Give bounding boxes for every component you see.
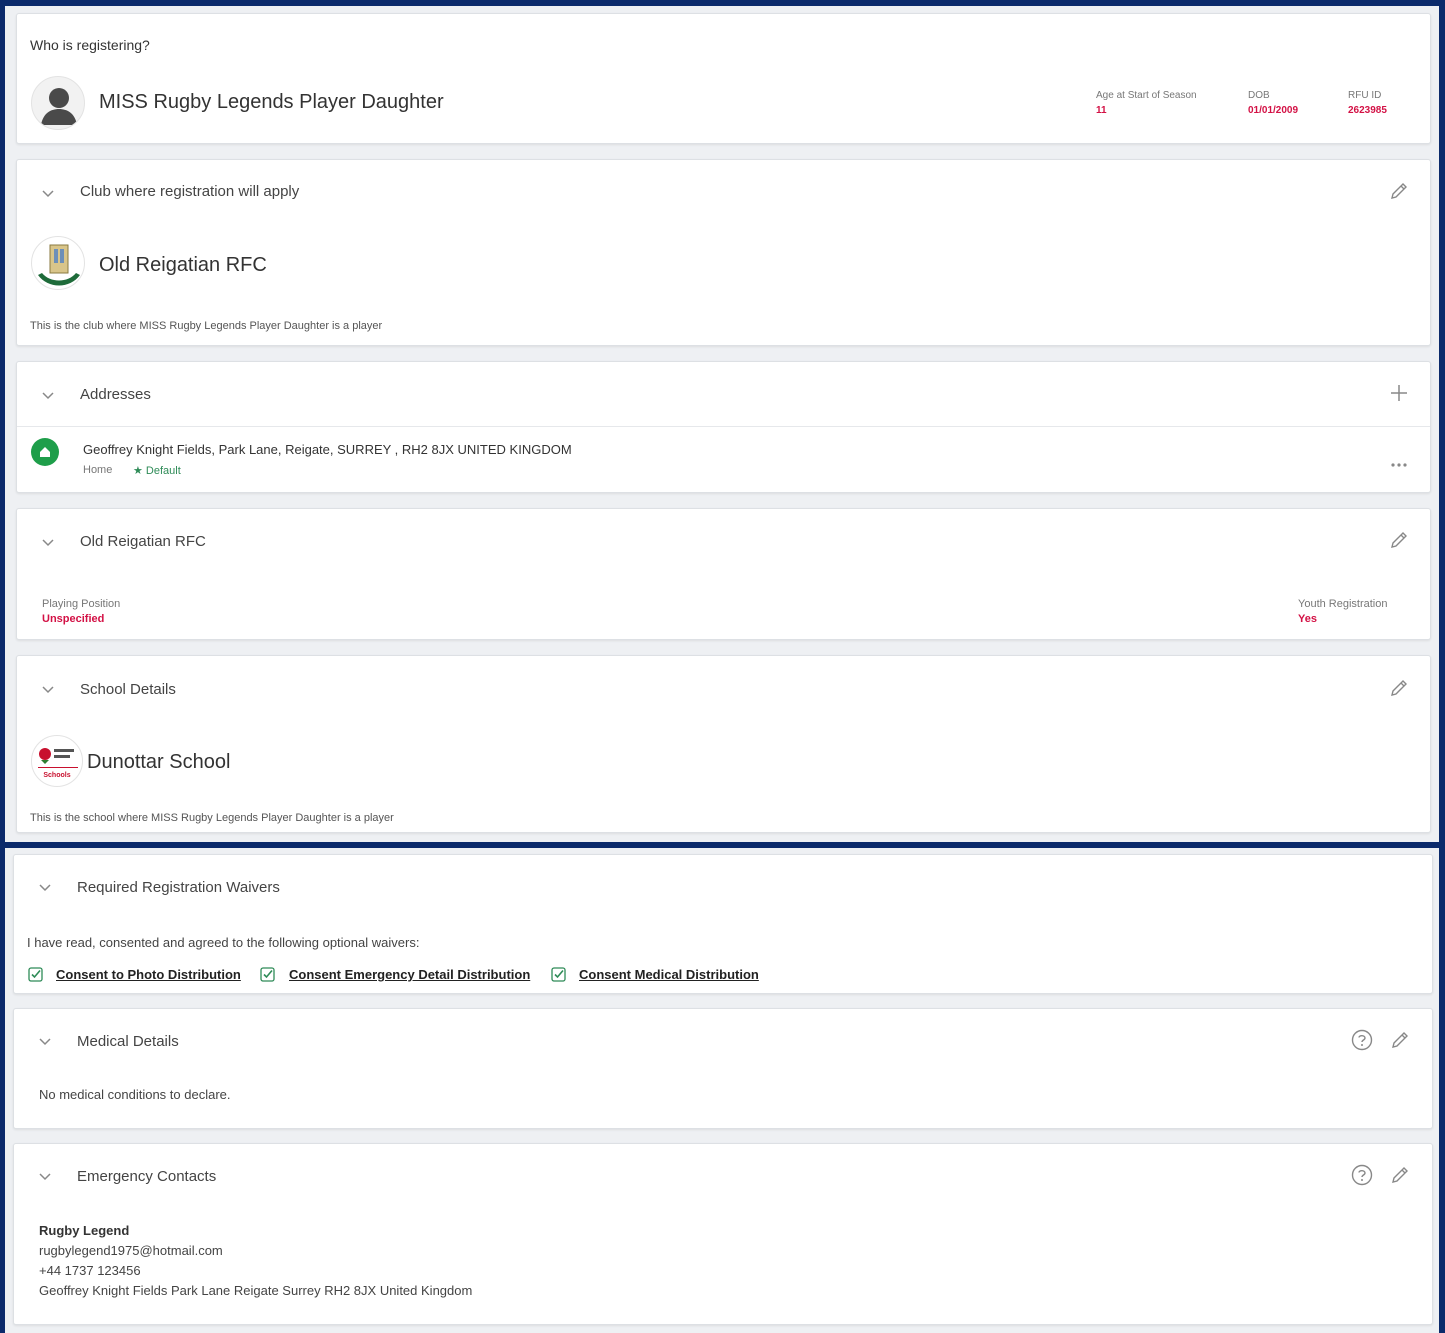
school-card: School Details Schools Dunottar School T… (16, 655, 1431, 833)
england-rugby-schools-logo: Schools (31, 735, 83, 787)
waivers-intro: I have read, consented and agreed to the… (27, 935, 420, 950)
address-line: Geoffrey Knight Fields, Park Lane, Reiga… (83, 442, 572, 457)
chevron-down-icon[interactable] (40, 185, 56, 201)
more-options-icon[interactable] (1388, 454, 1410, 476)
club-details-title: Old Reigatian RFC (80, 533, 206, 550)
emergency-contact-email: rugbylegend1975@hotmail.com (39, 1243, 223, 1258)
club-note: This is the club where MISS Rugby Legend… (30, 320, 383, 332)
avatar-icon (31, 76, 85, 130)
who-registering-card: Who is registering? MISS Rugby Legends P… (16, 13, 1431, 144)
emergency-contact-address: Geoffrey Knight Fields Park Lane Reigate… (39, 1283, 473, 1298)
school-note: This is the school where MISS Rugby Lege… (30, 812, 394, 824)
help-question-icon[interactable] (1351, 1164, 1373, 1186)
waiver-medical-link[interactable]: Consent Medical Distribution (579, 967, 759, 982)
rfu-id-value: 2623985 (1348, 105, 1387, 116)
help-question-icon[interactable] (1351, 1029, 1373, 1051)
emergency-card: Emergency Contacts Rugby Legend rugbyleg… (13, 1143, 1433, 1325)
dob-value: 01/01/2009 (1248, 105, 1299, 116)
checkbox-checked-icon[interactable] (28, 967, 43, 982)
club-name: Old Reigatian RFC (99, 254, 267, 276)
chevron-down-icon[interactable] (40, 681, 56, 697)
addresses-card-title: Addresses (80, 386, 151, 403)
address-type: Home (83, 464, 113, 476)
emergency-card-title: Emergency Contacts (77, 1168, 217, 1185)
top-panel: Who is registering? MISS Rugby Legends P… (5, 6, 1439, 842)
waivers-card-title: Required Registration Waivers (77, 879, 280, 896)
emergency-contact-phone: +44 1737 123456 (39, 1263, 141, 1278)
club-crest-icon (31, 236, 85, 290)
addresses-divider (17, 426, 1430, 427)
player-name: MISS Rugby Legends Player Daughter (99, 91, 444, 113)
school-card-title: School Details (80, 681, 176, 698)
chevron-down-icon[interactable] (37, 879, 53, 895)
edit-pencil-icon[interactable] (1389, 1164, 1411, 1186)
chevron-down-icon[interactable] (40, 387, 56, 403)
medical-text: No medical conditions to declare. (39, 1087, 231, 1102)
chevron-down-icon[interactable] (37, 1168, 53, 1184)
youth-registration-value: Yes (1298, 613, 1317, 625)
club-card-title: Club where registration will apply (80, 183, 300, 200)
address-default-badge: ★ Default (133, 465, 181, 477)
age-label: Age at Start of Season (1096, 90, 1197, 101)
add-plus-icon[interactable] (1388, 382, 1410, 404)
club-details-card: Old Reigatian RFC Playing Position Unspe… (16, 508, 1431, 640)
edit-pencil-icon[interactable] (1388, 677, 1410, 699)
school-name: Dunottar School (87, 751, 231, 773)
bottom-panel: Required Registration Waivers I have rea… (5, 848, 1439, 1333)
checkbox-checked-icon[interactable] (260, 967, 275, 982)
school-logo-text: Schools (43, 772, 71, 779)
chevron-down-icon[interactable] (37, 1033, 53, 1049)
emergency-contact-name: Rugby Legend (39, 1223, 130, 1238)
club-card: Club where registration will apply Old R… (16, 159, 1431, 346)
waiver-emergency-link[interactable]: Consent Emergency Detail Distribution (289, 967, 530, 982)
medical-card-title: Medical Details (77, 1033, 179, 1050)
youth-registration-label: Youth Registration (1298, 598, 1388, 610)
who-registering-title: Who is registering? (30, 37, 150, 53)
dob-label: DOB (1248, 90, 1270, 101)
rfu-id-label: RFU ID (1348, 90, 1382, 101)
checkbox-checked-icon[interactable] (551, 967, 566, 982)
playing-position-label: Playing Position (42, 598, 121, 610)
waiver-photo-link[interactable]: Consent to Photo Distribution (56, 967, 241, 982)
playing-position-value: Unspecified (42, 613, 105, 625)
age-value: 11 (1096, 105, 1107, 116)
edit-pencil-icon[interactable] (1389, 1029, 1411, 1051)
home-icon (31, 438, 59, 466)
chevron-down-icon[interactable] (40, 534, 56, 550)
edit-pencil-icon[interactable] (1388, 529, 1410, 551)
addresses-card: Addresses Geoffrey Knight Fields, Park L… (16, 361, 1431, 493)
waivers-card: Required Registration Waivers I have rea… (13, 854, 1433, 994)
edit-pencil-icon[interactable] (1388, 180, 1410, 202)
medical-card: Medical Details No medical conditions to… (13, 1008, 1433, 1129)
